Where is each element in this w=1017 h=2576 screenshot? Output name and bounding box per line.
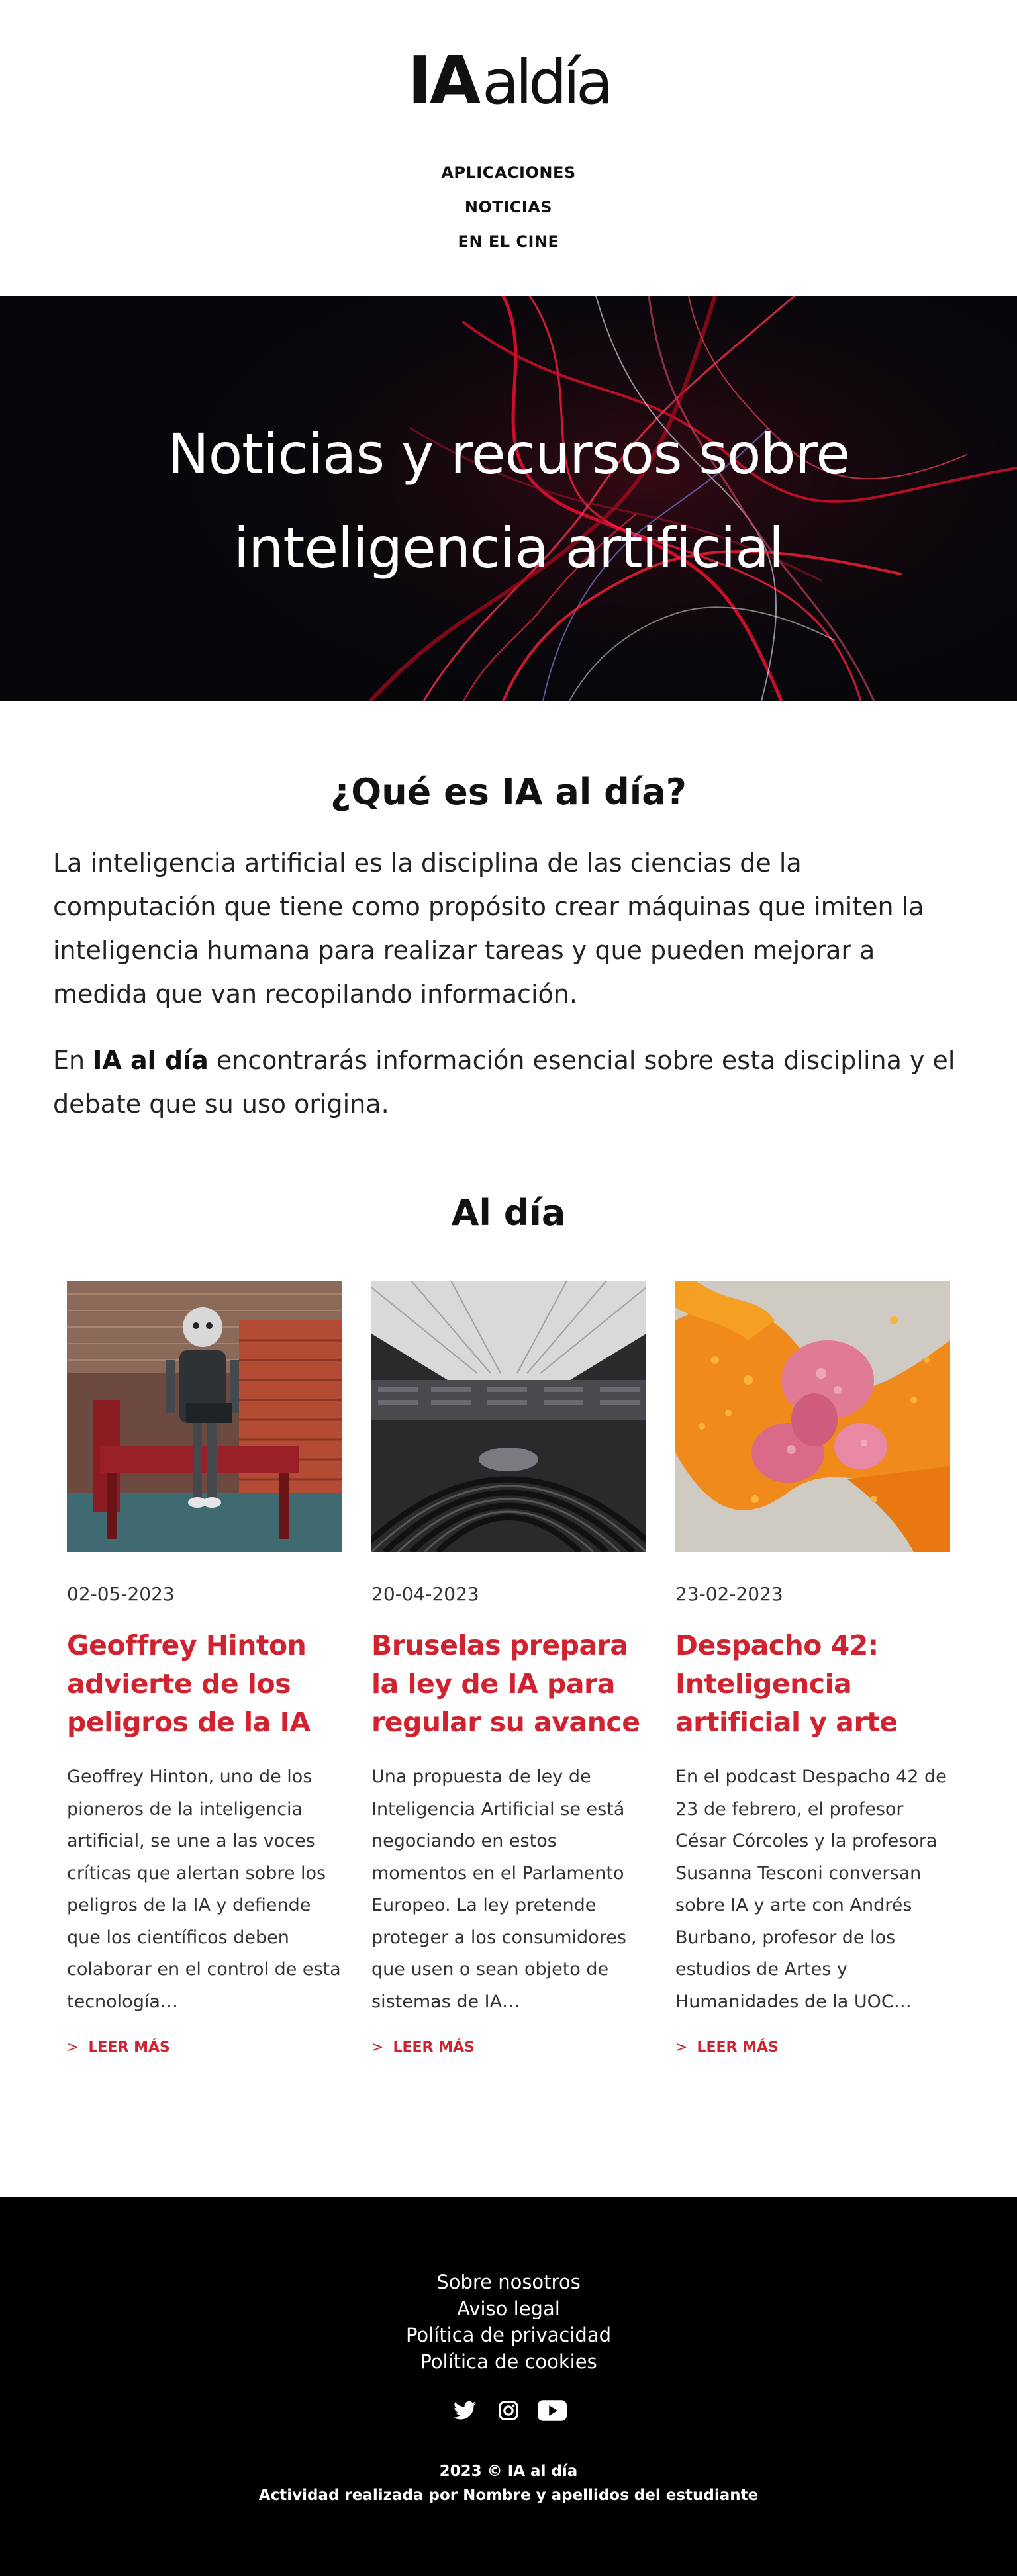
card-title-link[interactable]: Bruselas prepara la ley de IA para regul… (371, 1626, 646, 1741)
card-date: 02-05-2023 (67, 1583, 175, 1605)
footer-link-cookies[interactable]: Política de cookies (420, 2350, 597, 2373)
student-credit: Actividad realizada por Nombre y apellid… (258, 2487, 759, 2504)
copyright: 2023 © IA al día (439, 2463, 578, 2480)
hero-title-line1: Noticias y recursos sobre (167, 422, 850, 486)
chevron-right-icon: > (67, 2039, 79, 2056)
intro-p2-before: En (53, 1046, 93, 1075)
hero-title: Noticias y recursos sobre inteligencia a… (0, 407, 1017, 595)
intro-heading: ¿Qué es IA al día? (330, 771, 687, 813)
news-cards: 02-05-2023 Geoffrey Hinton advierte de l… (0, 1281, 1017, 2168)
card-image-parliament[interactable] (371, 1281, 646, 1552)
nav-item-aplicaciones[interactable]: APLICACIONES (441, 163, 575, 182)
read-more-link[interactable]: > LEER MÁS (371, 2038, 646, 2058)
news-heading: Al día (451, 1192, 566, 1234)
footer-links: Sobre nosotros Aviso legal Política de p… (0, 2269, 1017, 2375)
read-more-label: LEER MÁS (393, 2039, 475, 2056)
hero-title-line2: inteligencia artificial (233, 516, 784, 580)
footer-link-privacidad[interactable]: Política de privacidad (406, 2324, 611, 2346)
card-excerpt: Una propuesta de ley de Inteligencia Art… (371, 1767, 626, 2012)
hero-banner: Noticias y recursos sobre inteligencia a… (0, 296, 1017, 701)
twitter-icon[interactable] (450, 2396, 479, 2425)
page: IAaldía APLICACIONES NOTICIAS EN EL CINE (0, 0, 1017, 2576)
card-image-abstract-art[interactable] (675, 1281, 950, 1552)
site-footer: Sobre nosotros Aviso legal Política de p… (0, 2197, 1017, 2576)
intro-p2-brand: IA al día (93, 1046, 209, 1075)
site-logo[interactable]: IAaldía (0, 41, 1017, 120)
footer-link-aviso-legal[interactable]: Aviso legal (457, 2297, 560, 2320)
read-more-label: LEER MÁS (88, 2039, 170, 2056)
chevron-right-icon: > (371, 2039, 384, 2056)
logo-aldia: aldía (482, 47, 613, 118)
instagram-icon[interactable] (494, 2396, 523, 2425)
card-date: 20-04-2023 (371, 1583, 479, 1605)
social-links (0, 2395, 1017, 2426)
read-more-label: LEER MÁS (697, 2039, 779, 2056)
news-card: 20-04-2023 Bruselas prepara la ley de IA… (371, 1281, 646, 2058)
card-title-link[interactable]: Geoffrey Hinton advierte de los peligros… (67, 1626, 342, 1741)
read-more-link[interactable]: > LEER MÁS (67, 2038, 342, 2058)
card-excerpt: Geoffrey Hinton, uno de los pioneros de … (67, 1767, 341, 2012)
news-card: 23-02-2023 Despacho 42: Inteligencia art… (675, 1281, 950, 2058)
card-excerpt: En el podcast Despacho 42 de 23 de febre… (675, 1767, 947, 2012)
main-nav: APLICACIONES NOTICIAS EN EL CINE (0, 160, 1017, 263)
nav-item-noticias[interactable]: NOTICIAS (465, 198, 552, 216)
intro-paragraph-1: La inteligencia artificial es la discipl… (53, 849, 924, 1009)
youtube-icon[interactable] (538, 2396, 567, 2425)
news-card: 02-05-2023 Geoffrey Hinton advierte de l… (67, 1281, 342, 2058)
intro-section: ¿Qué es IA al día? La inteligencia artif… (0, 766, 1017, 1126)
read-more-link[interactable]: > LEER MÁS (675, 2038, 950, 2058)
nav-item-en-el-cine[interactable]: EN EL CINE (458, 232, 559, 251)
intro-paragraph-2: En IA al día encontrarás información ese… (53, 1038, 964, 1126)
card-title-link[interactable]: Despacho 42: Inteligencia artificial y a… (675, 1626, 950, 1741)
site-header: IAaldía APLICACIONES NOTICIAS EN EL CINE (0, 0, 1017, 296)
logo-ia: IA (407, 42, 481, 119)
footer-link-sobre-nosotros[interactable]: Sobre nosotros (436, 2271, 580, 2293)
news-section: Al día 02-05-2023 Geoffrey Hinton advier… (0, 1187, 1017, 2168)
chevron-right-icon: > (675, 2039, 688, 2056)
card-image-robot[interactable] (67, 1281, 342, 1552)
card-date: 23-02-2023 (675, 1583, 783, 1605)
